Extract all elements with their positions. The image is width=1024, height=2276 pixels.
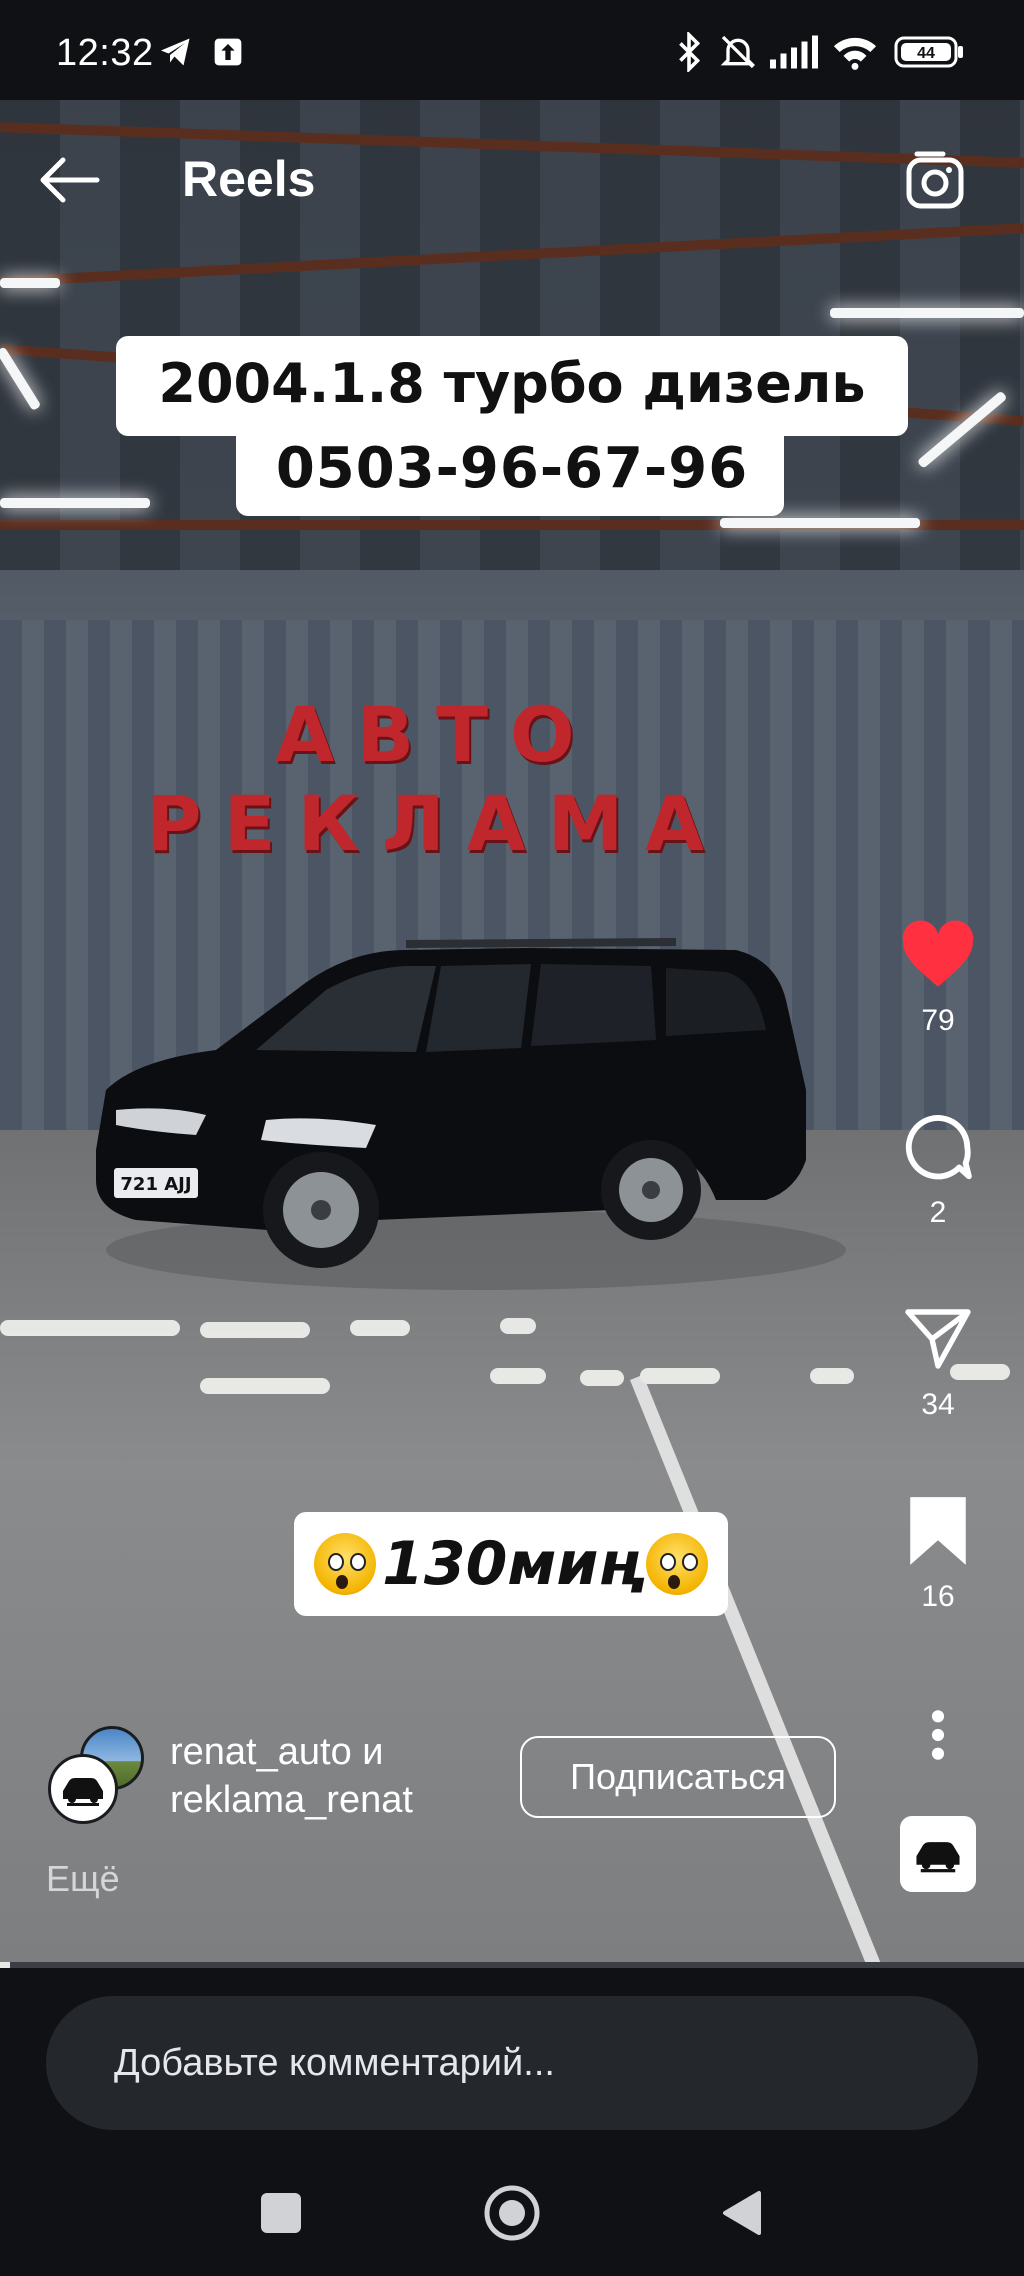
heart-icon <box>888 910 988 1000</box>
system-nav-bar <box>0 2148 1024 2276</box>
save-count: 16 <box>921 1580 955 1613</box>
triangle-back-icon <box>723 2191 761 2235</box>
battery-level: 44 <box>917 45 935 62</box>
comment-action[interactable]: 2 <box>888 1102 988 1230</box>
floor-light-spot <box>810 1368 854 1384</box>
author-names[interactable]: renat_auto и reklama_renat <box>170 1728 413 1824</box>
floor-light-spot <box>640 1368 720 1384</box>
scream-emoji-icon <box>314 1533 377 1595</box>
scream-emoji-icon <box>645 1533 708 1595</box>
license-plate: 721 AJJ <box>120 1174 191 1195</box>
subscribe-button[interactable]: Подписаться <box>520 1736 836 1818</box>
car-image: 721 AJJ <box>96 938 846 1290</box>
arrow-left-icon <box>40 157 100 203</box>
caption-bottom-text: 130миң <box>382 1529 640 1599</box>
caption-sticker-top: 2004.1.8 турбо дизель 0503-96-67-96 <box>116 336 908 516</box>
more-options-button[interactable] <box>888 1690 988 1780</box>
comment-bar: Добавьте комментарий... <box>0 1968 1024 2148</box>
caption-sticker-bottom: 130миң <box>294 1512 728 1616</box>
share-action[interactable]: 34 <box>888 1294 988 1422</box>
mute-icon <box>718 30 758 74</box>
recent-apps-button[interactable] <box>246 2178 316 2248</box>
comment-count: 2 <box>929 1196 947 1229</box>
more-vertical-icon <box>888 1690 988 1780</box>
floor-light-spot <box>350 1320 410 1336</box>
save-action[interactable]: 16 <box>888 1486 988 1614</box>
floor-light-spot <box>0 1320 180 1336</box>
back-nav-button[interactable] <box>706 2178 776 2248</box>
floor-light-spot <box>490 1368 546 1384</box>
upload-icon <box>212 30 244 74</box>
telegram-icon <box>158 30 194 74</box>
back-button[interactable] <box>28 140 108 220</box>
like-action[interactable]: 79 <box>888 910 988 1038</box>
ceiling-light <box>720 518 920 528</box>
bookmark-icon <box>888 1486 988 1576</box>
signal-icon <box>770 30 818 74</box>
car-logo-icon <box>916 1842 960 1873</box>
audio-thumbnail[interactable] <box>900 1816 976 1892</box>
floor-light-spot <box>200 1322 310 1338</box>
share-count: 34 <box>921 1388 955 1421</box>
camera-button[interactable] <box>895 140 975 220</box>
floor-light-spot <box>580 1370 624 1386</box>
page-title: Reels <box>182 151 316 207</box>
status-bar: 12:32 44 <box>0 0 1024 100</box>
circle-home-icon <box>484 2185 540 2241</box>
paper-plane-icon <box>888 1294 988 1384</box>
status-time: 12:32 <box>56 32 154 74</box>
author-name-line2[interactable]: reklama_renat <box>170 1776 413 1824</box>
more-caption-link[interactable]: Ещё <box>46 1858 120 1900</box>
ceiling-light <box>0 278 60 288</box>
battery-icon: 44 <box>894 30 964 74</box>
comment-input[interactable]: Добавьте комментарий... <box>46 1996 978 2130</box>
wifi-icon <box>832 30 878 74</box>
like-count: 79 <box>921 1004 955 1037</box>
home-button[interactable] <box>477 2178 547 2248</box>
author-avatars[interactable] <box>48 1726 148 1826</box>
square-icon <box>261 2193 301 2233</box>
avatar <box>48 1754 118 1824</box>
ceiling-light <box>830 308 1024 318</box>
car-logo-icon <box>63 1778 103 1806</box>
floor-light-spot <box>500 1318 536 1334</box>
camera-icon <box>906 151 964 209</box>
floor-light-spot <box>200 1378 330 1394</box>
comment-bubble-icon <box>888 1102 988 1192</box>
caption-top-line2: 0503-96-67-96 <box>275 436 749 501</box>
bluetooth-icon <box>674 30 704 74</box>
author-name-line1[interactable]: renat_auto и <box>170 1728 413 1776</box>
wall-sign-text: АВТО РЕКЛАМА <box>145 690 727 868</box>
reel-video[interactable]: АВТО РЕКЛАМА 721 AJJ 2004.1.8 турбо дизе… <box>0 100 1024 1968</box>
caption-top-line1: 2004.1.8 турбо дизель <box>158 352 866 415</box>
